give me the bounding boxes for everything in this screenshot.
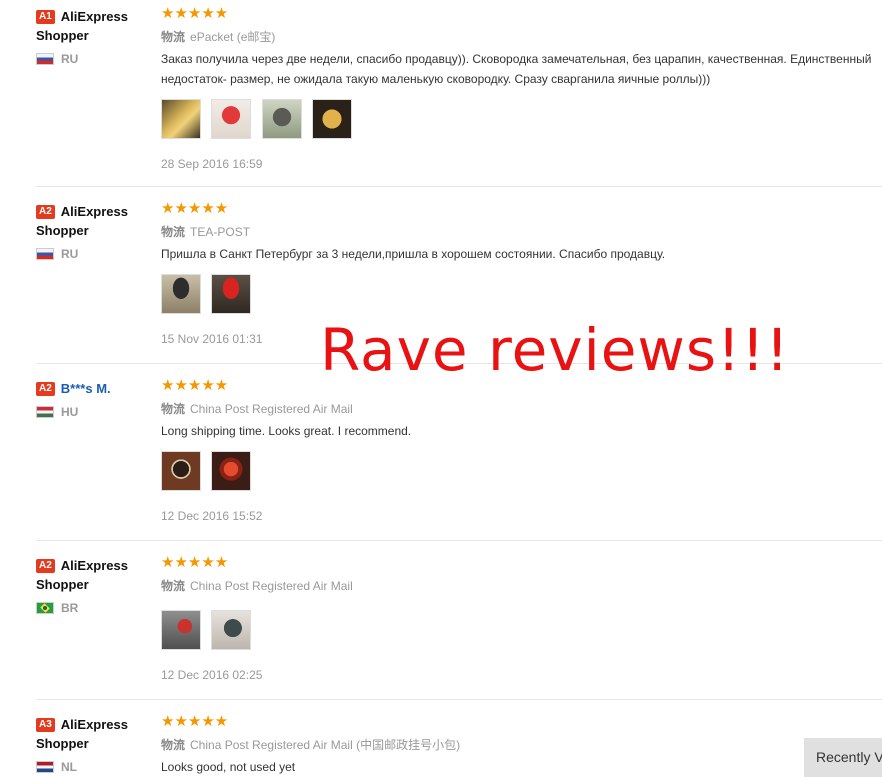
review-content: ★★★★★ 物流 China Post Registered Air Mail L… — [161, 378, 881, 523]
review-photos — [161, 274, 881, 316]
buyer-level-badge: A3 — [36, 718, 55, 732]
review-text: Looks good, not used yet — [161, 760, 296, 774]
review-date: 28 Sep 2016 16:59 — [161, 157, 263, 171]
review-content: ★★★★★ 物流 China Post Registered Air Mail 1… — [161, 554, 881, 682]
reviewer-info: A2 AliExpress Shopper RU — [36, 202, 156, 262]
review-photo[interactable] — [261, 99, 302, 139]
reviewer-name: A2 B***s M. — [36, 379, 156, 398]
review-photo[interactable] — [211, 274, 252, 314]
shipping-method: 物流 ePacket (e邮宝) — [161, 30, 276, 44]
review-photos — [161, 99, 881, 141]
star-rating: ★★★★★ — [161, 5, 229, 22]
shipping-method: 物流 China Post Registered Air Mail — [161, 402, 353, 416]
review-text: Пришла в Санкт Петербург за 3 недели,при… — [161, 247, 666, 261]
reviewer-info: A2 AliExpress Shopper BR — [36, 556, 156, 616]
star-rating: ★★★★★ — [161, 554, 229, 571]
reviewer-profile-link[interactable]: B***s M. — [61, 381, 111, 396]
review-photo[interactable] — [161, 99, 201, 139]
reviewer-name: A2 AliExpress Shopper — [36, 558, 128, 592]
buyer-level-badge: A1 — [36, 10, 55, 24]
buyer-level-badge: A2 — [36, 382, 55, 396]
reviewer-country: RU — [36, 246, 156, 262]
review-text: Заказ получила через две недели, спасибо… — [161, 52, 872, 86]
brazil-flag-icon — [36, 602, 54, 614]
shipping-method: 物流 China Post Registered Air Mail (中国邮政挂号… — [161, 738, 461, 752]
hungary-flag-icon — [36, 406, 54, 418]
reviewer-country: HU — [36, 404, 156, 420]
review-photo[interactable] — [161, 610, 201, 650]
review-content: ★★★★★ 物流 China Post Registered Air Mail (… — [161, 713, 881, 777]
review-photo[interactable] — [211, 451, 252, 491]
recently-viewed-button[interactable]: Recently Viewed — [804, 738, 882, 777]
buyer-level-badge: A2 — [36, 205, 55, 219]
review-photos — [161, 610, 881, 652]
reviewer-country: BR — [36, 600, 156, 616]
review-divider — [36, 186, 882, 187]
reviewer-country: NL — [36, 759, 156, 775]
review-date: 12 Dec 2016 15:52 — [161, 509, 263, 523]
shipping-method: 物流 TEA-POST — [161, 225, 251, 239]
shipping-method: 物流 China Post Registered Air Mail — [161, 579, 353, 593]
review-photos — [161, 451, 881, 493]
reviewer-info: A2 B***s M. HU — [36, 379, 156, 420]
review-photo[interactable] — [312, 99, 353, 139]
review-photo[interactable] — [161, 274, 201, 314]
russia-flag-icon — [36, 248, 54, 260]
review-photo[interactable] — [161, 451, 201, 491]
review-date: 12 Dec 2016 02:25 — [161, 668, 263, 682]
reviewer-name: A2 AliExpress Shopper — [36, 204, 128, 238]
review-divider — [36, 699, 882, 700]
review-text: Long shipping time. Looks great. I recom… — [161, 424, 412, 438]
review-content: ★★★★★ 物流 ePacket (e邮宝) Заказ получила чер… — [161, 5, 881, 171]
review-photo[interactable] — [211, 99, 252, 139]
review-photo[interactable] — [211, 610, 252, 650]
rave-reviews-overlay-text: Rave reviews!!! — [320, 316, 790, 384]
star-rating: ★★★★★ — [161, 713, 229, 730]
reviewer-name: A3 AliExpress Shopper — [36, 717, 128, 751]
reviewer-info: A1 AliExpress Shopper RU — [36, 7, 156, 67]
review-divider — [36, 540, 882, 541]
netherlands-flag-icon — [36, 761, 54, 773]
russia-flag-icon — [36, 53, 54, 65]
reviewer-country: RU — [36, 51, 156, 67]
buyer-level-badge: A2 — [36, 559, 55, 573]
star-rating: ★★★★★ — [161, 200, 229, 217]
reviewer-info: A3 AliExpress Shopper NL — [36, 715, 156, 775]
reviewer-name: A1 AliExpress Shopper — [36, 9, 128, 43]
